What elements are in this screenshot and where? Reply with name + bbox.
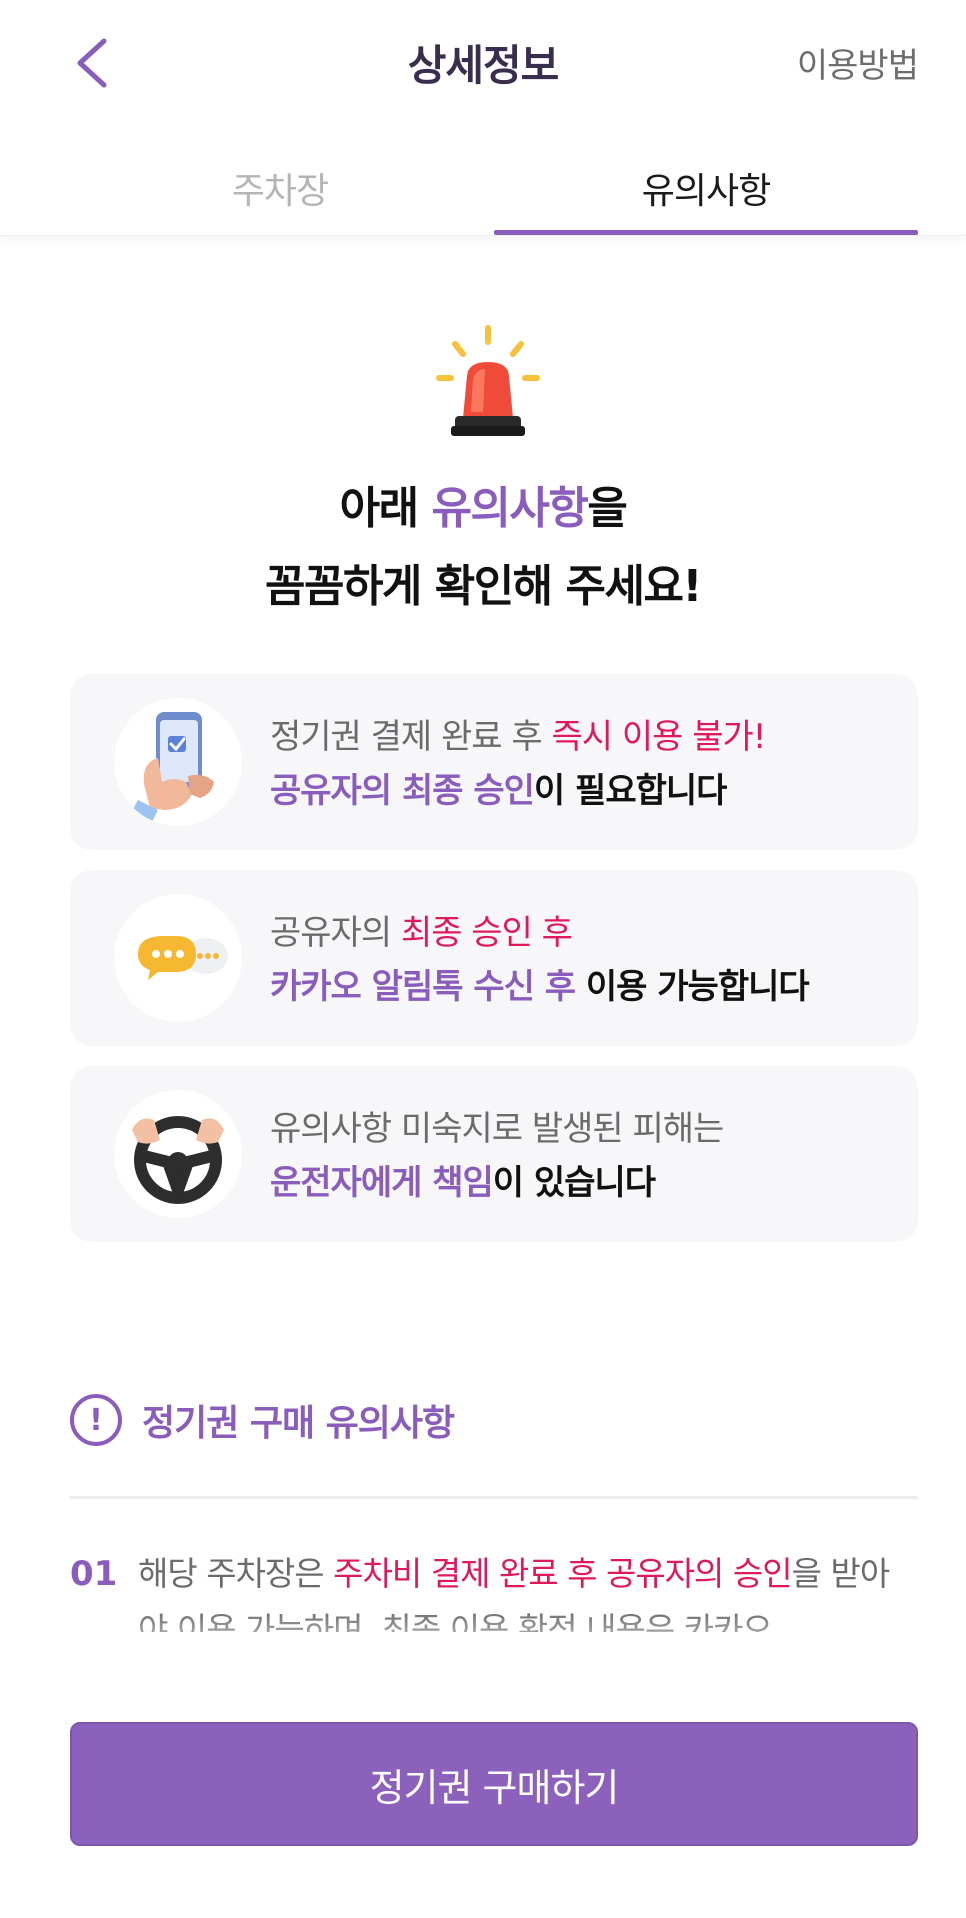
notice-card-text: 공유자의 최종 승인 후 카카오 알림톡 수신 후 이용 가능합니다 bbox=[270, 913, 810, 1007]
top-app-bar: 상세정보 이용방법 bbox=[0, 0, 966, 120]
notice-card-text: 유의사항 미숙지로 발생된 피해는 운전자에게 책임이 있습니다 bbox=[270, 1109, 724, 1203]
notice-card: 정기권 결제 완료 후 즉시 이용 불가! 공유자의 최종 승인이 필요합니다 bbox=[70, 674, 918, 850]
buy-pass-button[interactable]: 정기권 구매하기 bbox=[70, 1722, 918, 1846]
list-item-number: 01 bbox=[70, 1554, 118, 1594]
section-header: ! 정기권 구매 유의사항 bbox=[70, 1394, 455, 1446]
notice-card: 공유자의 최종 승인 후 카카오 알림톡 수신 후 이용 가능합니다 bbox=[70, 870, 918, 1046]
tab-bar: 주차장 유의사항 bbox=[0, 140, 966, 236]
active-tab-indicator bbox=[494, 230, 918, 235]
siren-icon bbox=[433, 322, 543, 442]
alert-circle-icon: ! bbox=[70, 1394, 122, 1446]
tab-parking-lot[interactable]: 주차장 bbox=[70, 162, 490, 214]
notice-card: 유의사항 미숙지로 발생된 피해는 운전자에게 책임이 있습니다 bbox=[70, 1066, 918, 1242]
divider bbox=[70, 1496, 918, 1499]
section-title: 정기권 구매 유의사항 bbox=[142, 1403, 455, 1444]
phone-hand-icon bbox=[114, 698, 242, 826]
chat-bubble-icon bbox=[114, 894, 242, 1022]
tab-precautions[interactable]: 유의사항 bbox=[494, 162, 918, 214]
headline-line-2: 꼼꼼하게 확인해 주세요! bbox=[264, 561, 703, 612]
notice-card-text: 정기권 결제 완료 후 즉시 이용 불가! 공유자의 최종 승인이 필요합니다 bbox=[270, 717, 766, 811]
headline-line-1: 아래 유의사항을 bbox=[339, 483, 628, 534]
headline-highlight: 유의사항 bbox=[431, 483, 588, 534]
steering-wheel-icon bbox=[114, 1090, 242, 1218]
how-to-use-link[interactable]: 이용방법 bbox=[797, 38, 919, 87]
scroll-fade bbox=[0, 1610, 966, 1670]
headline: 아래 유의사항을 꼼꼼하게 확인해 주세요! bbox=[0, 470, 966, 626]
